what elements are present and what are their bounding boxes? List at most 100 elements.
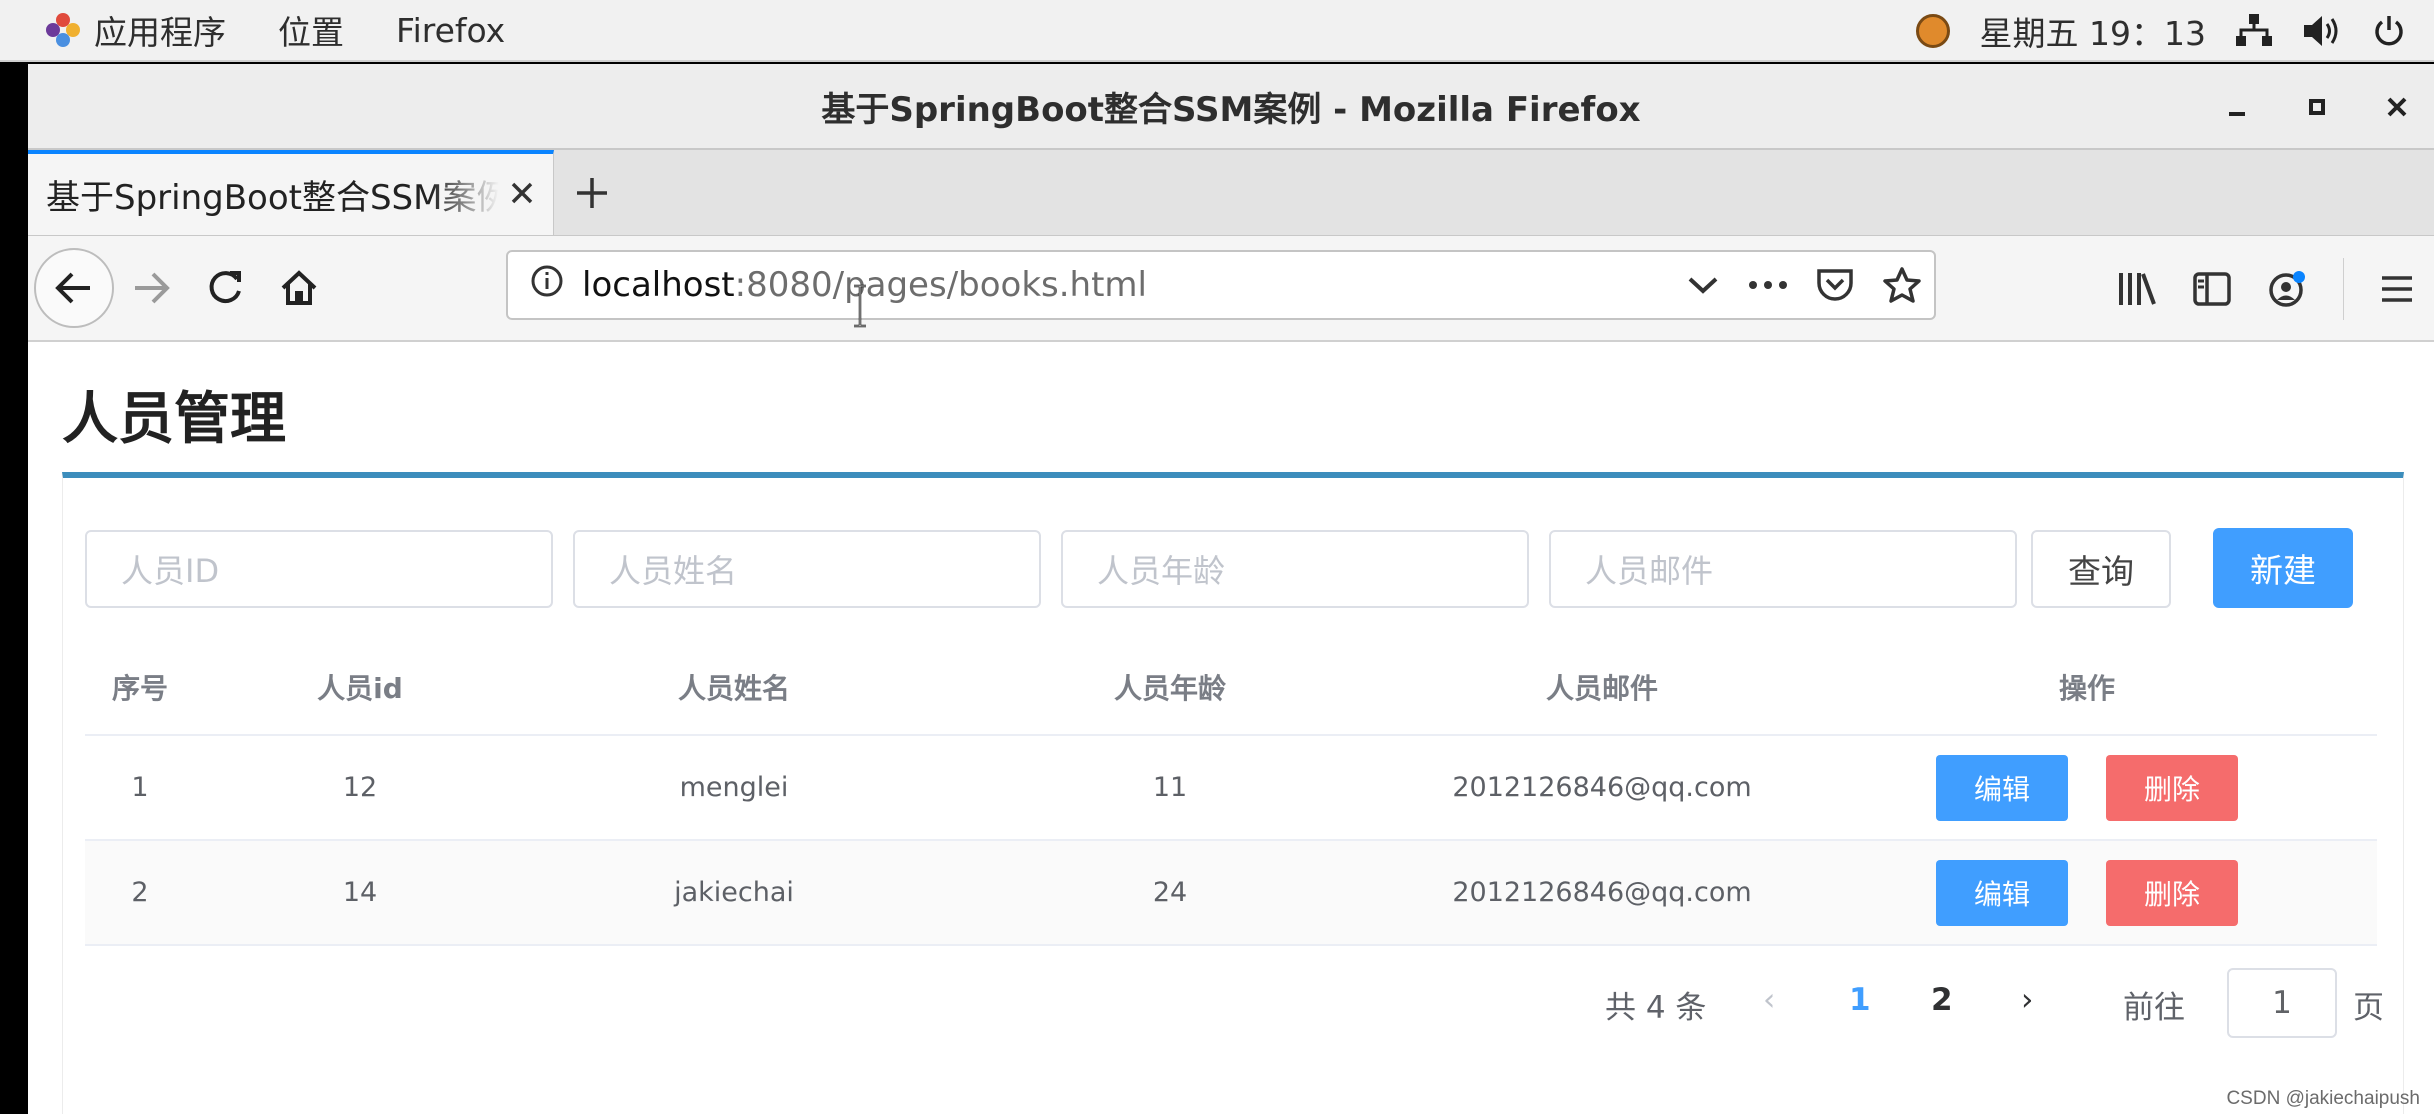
pagination-goto-input[interactable]: 1 <box>2227 968 2337 1038</box>
sidebar-icon[interactable] <box>2193 272 2231 306</box>
url-path: :8080/pages/books.html <box>734 265 1147 305</box>
pagination: 共 4 条 ‹ 1 2 › 前往 1 页 <box>63 968 2405 1038</box>
back-arrow-icon <box>55 272 90 304</box>
power-icon[interactable] <box>2372 14 2406 48</box>
more-actions-icon[interactable] <box>1748 280 1788 290</box>
window-title: 基于SpringBoot整合SSM案例 - Mozilla Firefox <box>821 89 1641 130</box>
window-titlebar[interactable]: 基于SpringBoot整合SSM案例 - Mozilla Firefox <box>28 64 2434 150</box>
cell-index: 1 <box>131 772 149 803</box>
person-email-placeholder: 人员邮件 <box>1585 552 1714 590</box>
person-email-input[interactable]: 人员邮件 <box>1549 530 2017 608</box>
table-row: 1 12 menglei 11 2012126846@qq.com 编辑 删除 <box>85 736 2377 841</box>
person-age-input[interactable]: 人员年龄 <box>1061 530 1529 608</box>
maximize-button[interactable] <box>2300 90 2334 124</box>
reload-button[interactable] <box>188 251 262 325</box>
cell-email: 2012126846@qq.com <box>1452 772 1752 803</box>
pagination-goto-unit: 页 <box>2353 990 2384 1026</box>
pocket-icon[interactable] <box>1816 267 1854 303</box>
tab-strip: 基于SpringBoot整合SSM案例 <box>28 150 2434 236</box>
new-tab-button[interactable] <box>554 150 630 235</box>
home-button[interactable] <box>262 251 336 325</box>
header-index: 序号 <box>111 672 168 705</box>
header-actions: 操作 <box>2058 672 2115 705</box>
places-menu[interactable]: 位置 <box>278 6 344 54</box>
cell-age: 24 <box>1152 877 1188 908</box>
chevron-down-icon[interactable] <box>1686 274 1720 296</box>
delete-button[interactable]: 删除 <box>2106 859 2238 926</box>
address-bar[interactable]: localhost:8080/pages/books.html <box>506 250 1936 320</box>
table-row: 2 14 jakiechai 24 2012126846@qq.com 编辑 删… <box>85 841 2377 946</box>
back-button[interactable] <box>34 248 114 328</box>
cell-age: 11 <box>1152 772 1188 803</box>
person-table: 序号 人员id 人员姓名 人员年龄 人员邮件 操作 1 12 menglei 1… <box>85 640 2377 946</box>
cell-index: 2 <box>131 877 149 908</box>
hamburger-menu-icon[interactable] <box>2380 274 2414 304</box>
firefox-app-menu[interactable]: Firefox <box>396 11 505 50</box>
new-button[interactable]: 新建 <box>2213 528 2353 608</box>
edit-button[interactable]: 编辑 <box>1936 754 2068 821</box>
weather-icon[interactable] <box>1915 14 1950 48</box>
firefox-app-menu-label: Firefox <box>396 10 506 50</box>
pagination-next-button[interactable]: › <box>2021 982 2033 1018</box>
maximize-icon <box>2309 99 2325 115</box>
account-icon[interactable] <box>2267 269 2307 309</box>
close-icon <box>511 182 533 204</box>
page-title: 人员管理 <box>62 387 286 452</box>
places-menu-label: 位置 <box>278 13 344 52</box>
pagination-prev-button[interactable]: ‹ <box>1763 982 1775 1018</box>
minimize-button[interactable] <box>2220 90 2254 124</box>
delete-button[interactable]: 删除 <box>2106 754 2238 821</box>
close-icon <box>2387 97 2407 117</box>
header-id: 人员id <box>317 672 403 705</box>
person-age-placeholder: 人员年龄 <box>1097 552 1226 590</box>
cell-id: 14 <box>342 877 378 908</box>
navigation-toolbar: localhost:8080/pages/books.html <box>28 236 2434 342</box>
tab-close-button[interactable] <box>509 174 535 215</box>
clock[interactable]: 星期五 19：13 <box>1980 7 2206 55</box>
close-window-button[interactable] <box>2380 90 2414 124</box>
tab-title: 基于SpringBoot整合SSM案例 <box>46 178 499 218</box>
header-age: 人员年龄 <box>1113 672 1226 705</box>
network-icon[interactable] <box>2236 14 2272 48</box>
firefox-window: 基于SpringBoot整合SSM案例 - Mozilla Firefox 基于… <box>28 64 2434 1114</box>
person-id-input[interactable]: 人员ID <box>85 530 553 608</box>
site-info-icon[interactable] <box>530 264 564 307</box>
header-name: 人员姓名 <box>677 672 790 705</box>
edit-button[interactable]: 编辑 <box>1936 859 2068 926</box>
pagination-total: 共 4 条 <box>1605 990 1707 1026</box>
apps-menu-label: 应用程序 <box>94 13 226 52</box>
text-cursor-icon <box>854 284 866 328</box>
cell-email: 2012126846@qq.com <box>1452 877 1752 908</box>
apps-icon <box>46 13 80 47</box>
forward-button[interactable] <box>114 251 188 325</box>
minimize-icon <box>2229 112 2245 116</box>
library-icon[interactable] <box>2117 271 2157 307</box>
pagination-page-1[interactable]: 1 <box>1849 982 1871 1018</box>
url-host: localhost <box>582 265 735 305</box>
page-content: 人员管理 人员ID 人员姓名 人员年龄 人员邮件 查询 新建 序号 人员id 人… <box>28 344 2434 1114</box>
bookmark-star-icon[interactable] <box>1882 266 1922 304</box>
cell-actions: 编辑 删除 <box>1807 859 2367 926</box>
pagination-goto-label: 前往 <box>2123 990 2185 1026</box>
pagination-page-2[interactable]: 2 <box>1931 982 1953 1018</box>
person-name-input[interactable]: 人员姓名 <box>573 530 1041 608</box>
person-management-box: 人员ID 人员姓名 人员年龄 人员邮件 查询 新建 序号 人员id 人员姓名 人… <box>62 472 2404 1114</box>
cell-name: jakiechai <box>674 877 794 908</box>
person-name-placeholder: 人员姓名 <box>609 552 738 590</box>
apps-menu[interactable]: 应用程序 <box>0 6 226 54</box>
home-icon <box>281 270 317 305</box>
toolbar-separator <box>2343 258 2344 320</box>
cell-id: 12 <box>342 772 378 803</box>
csdn-watermark: CSDN @jakiechaipush <box>2226 1088 2420 1109</box>
table-header-row: 序号 人员id 人员姓名 人员年龄 人员邮件 操作 <box>85 640 2377 736</box>
tab-active[interactable]: 基于SpringBoot整合SSM案例 <box>28 150 554 235</box>
header-email: 人员邮件 <box>1545 672 1658 705</box>
volume-icon[interactable] <box>2302 14 2342 48</box>
cell-actions: 编辑 删除 <box>1807 754 2367 821</box>
plus-icon <box>577 177 607 208</box>
query-button[interactable]: 查询 <box>2031 530 2171 608</box>
person-id-placeholder: 人员ID <box>121 552 220 590</box>
system-tray: 星期五 19：13 <box>1915 0 2406 62</box>
reload-icon <box>209 271 241 304</box>
forward-arrow-icon <box>135 272 170 304</box>
